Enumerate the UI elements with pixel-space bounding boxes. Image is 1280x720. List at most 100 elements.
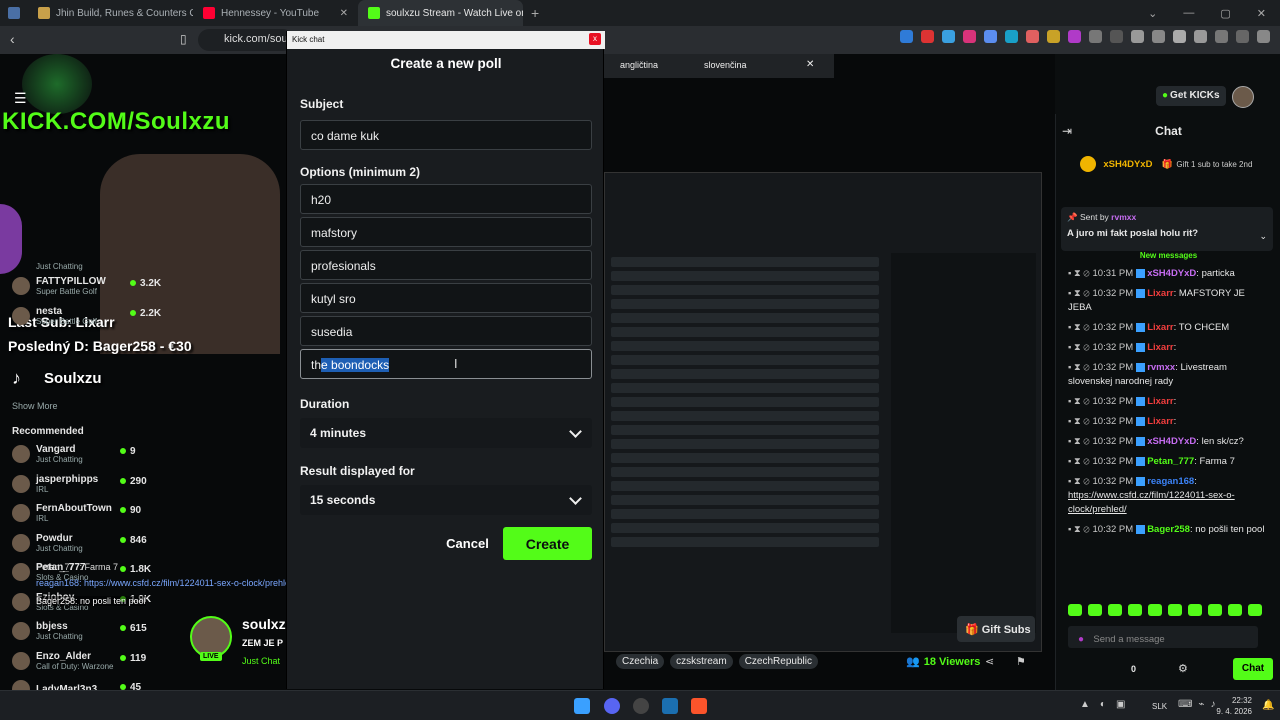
message-actions-icon[interactable]: ▪ ⧗ ⊘: [1068, 416, 1090, 427]
input-language[interactable]: SLK: [1152, 701, 1167, 712]
obs-icon[interactable]: [633, 698, 649, 714]
message-actions-icon[interactable]: ▪ ⧗ ⊘: [1068, 524, 1090, 535]
browser-tab-youtube[interactable]: Hennessey - YouTube ✕: [193, 0, 358, 26]
bookmark-icon[interactable]: ▯: [180, 32, 187, 46]
extension-icon[interactable]: [1152, 30, 1165, 43]
close-icon[interactable]: ✕: [806, 59, 814, 70]
chat-input[interactable]: ● Send a message: [1068, 626, 1258, 648]
browser-tab-jhin[interactable]: Jhin Build, Runes & Counters Guide✕: [28, 0, 193, 26]
subject-input[interactable]: co dame kuk: [300, 120, 592, 150]
extension-icon[interactable]: [963, 30, 976, 43]
duration-select[interactable]: 4 minutes: [300, 418, 592, 448]
chat-message[interactable]: ▪ ⧗ ⊘ 10:32 PM Lixarr:: [1056, 392, 1280, 412]
browser-tab-kick[interactable]: soulxzu Stream - Watch Live on Kick✕: [358, 0, 523, 26]
share-icon[interactable]: ⋖: [985, 655, 994, 668]
chat-message[interactable]: ▪ ⧗ ⊘ 10:32 PM Lixarr:: [1056, 338, 1280, 358]
message-user[interactable]: Petan_777: [1147, 456, 1194, 467]
emote-icon[interactable]: [1228, 604, 1242, 616]
create-button[interactable]: Create: [503, 527, 592, 560]
translate-lang-tab[interactable]: slovenčina: [704, 60, 747, 70]
chevron-down-icon[interactable]: ⌄: [1259, 231, 1267, 242]
pinned-message[interactable]: 📌 Sent by rvmxx A juro mi fakt poslal ho…: [1061, 207, 1273, 251]
extension-icon[interactable]: [1026, 30, 1039, 43]
emote-icon[interactable]: [1108, 604, 1122, 616]
chat-message[interactable]: ▪ ⧗ ⊘ 10:31 PM xSH4DYxD: particka: [1056, 264, 1280, 284]
close-tab-icon[interactable]: ✕: [340, 8, 348, 19]
notification-icon[interactable]: 🔔: [1262, 700, 1274, 711]
emote-icon[interactable]: [1128, 604, 1142, 616]
back-icon[interactable]: ‹: [10, 31, 15, 47]
chat-message[interactable]: ▪ ⧗ ⊘ 10:32 PM xSH4DYxD: len sk/cz?: [1056, 432, 1280, 452]
minimize-icon[interactable]: —: [1183, 7, 1194, 20]
tag[interactable]: CzechRepublic: [738, 654, 818, 669]
extension-icon[interactable]: [1194, 30, 1207, 43]
chat-message[interactable]: ▪ ⧗ ⊘ 10:32 PM rvmxx: Livestream slovenske…: [1056, 358, 1280, 392]
chat-send-button[interactable]: Chat: [1233, 658, 1273, 680]
user-avatar[interactable]: [1232, 86, 1254, 108]
emote-icon[interactable]: [1068, 604, 1082, 616]
emote-icon[interactable]: [1088, 604, 1102, 616]
maximize-icon[interactable]: ▢: [1220, 7, 1230, 20]
windows-start-icon[interactable]: [574, 698, 590, 714]
url-field[interactable]: kick.com/soulxzu: [198, 29, 294, 51]
message-user[interactable]: xSH4DYxD: [1147, 268, 1196, 279]
new-tab-button[interactable]: +: [523, 5, 547, 21]
message-actions-icon[interactable]: ▪ ⧗ ⊘: [1068, 268, 1090, 279]
sidebar-channel[interactable]: FATTYPILLOW Super Battle Golf: [12, 276, 106, 296]
chat-message[interactable]: ▪ ⧗ ⊘ 10:32 PM Petan_777: Farma 7: [1056, 452, 1280, 472]
extension-icon[interactable]: [900, 30, 913, 43]
discord-icon[interactable]: [604, 698, 620, 714]
message-actions-icon[interactable]: ▪ ⧗ ⊘: [1068, 362, 1090, 373]
extension-icon[interactable]: [1047, 30, 1060, 43]
message-user[interactable]: xSH4DYxD: [1147, 436, 1196, 447]
recommended-channel[interactable]: FernAboutTown IRL: [12, 503, 112, 523]
recommended-channel[interactable]: Powdur Just Chatting: [12, 533, 83, 553]
extension-icon[interactable]: [1089, 30, 1102, 43]
message-actions-icon[interactable]: ▪ ⧗ ⊘: [1068, 456, 1090, 467]
message-user[interactable]: Lixarr: [1147, 416, 1173, 427]
chat-message[interactable]: ▪ ⧗ ⊘ 10:32 PM reagan168: https://www.csfd…: [1056, 472, 1280, 520]
option-input-3[interactable]: profesionals: [300, 250, 592, 280]
chat-message[interactable]: ▪ ⧗ ⊘ 10:32 PM Bager258: no pošli ten pool: [1056, 520, 1280, 540]
show-more-link[interactable]: Show More: [12, 401, 58, 411]
stream-category[interactable]: Just Chat: [242, 656, 280, 666]
message-actions-icon[interactable]: ▪ ⧗ ⊘: [1068, 342, 1090, 353]
chat-message[interactable]: ▪ ⧗ ⊘ 10:32 PM Lixarr: MAFSTORY JE JEBA: [1056, 284, 1280, 318]
extension-icon[interactable]: [921, 30, 934, 43]
close-icon[interactable]: x: [589, 33, 601, 45]
option-input-1[interactable]: h20: [300, 184, 592, 214]
message-actions-icon[interactable]: ▪ ⧗ ⊘: [1068, 288, 1090, 299]
option-input-5[interactable]: susedia: [300, 316, 592, 346]
extension-icon[interactable]: [1005, 30, 1018, 43]
message-user[interactable]: Lixarr: [1147, 396, 1173, 407]
emote-icon[interactable]: [1208, 604, 1222, 616]
option-input-6[interactable]: the boondocks Ⅰ: [300, 349, 592, 379]
message-actions-icon[interactable]: ▪ ⧗ ⊘: [1068, 436, 1090, 447]
message-user[interactable]: rvmxx: [1147, 362, 1175, 373]
get-kicks-button[interactable]: ● Get KICKs: [1156, 86, 1226, 106]
tag[interactable]: czskstream: [670, 654, 733, 669]
recommended-channel[interactable]: bbjess Just Chatting: [12, 621, 83, 641]
message-user[interactable]: Bager258: [1147, 524, 1190, 535]
microphone-icon[interactable]: ●: [1078, 634, 1084, 645]
translate-lang-tab[interactable]: angličtina: [620, 60, 658, 70]
extension-icon[interactable]: [1131, 30, 1144, 43]
browser-tab[interactable]: [0, 0, 28, 26]
option-input-2[interactable]: mafstory: [300, 217, 592, 247]
gift-subs-button[interactable]: 🎁 Gift Subs: [957, 616, 1035, 642]
tab-search-icon[interactable]: ⌄: [1148, 7, 1157, 20]
emote-icon[interactable]: [1248, 604, 1262, 616]
recommended-channel[interactable]: Vangard Just Chatting: [12, 444, 83, 464]
recommended-channel[interactable]: Enzo_Alder Call of Duty: Warzone: [12, 651, 114, 671]
emote-icon[interactable]: [1188, 604, 1202, 616]
report-icon[interactable]: ⚑: [1016, 655, 1026, 668]
extension-icon[interactable]: [1068, 30, 1081, 43]
extension-icon[interactable]: [1257, 30, 1270, 43]
extension-icon[interactable]: [1173, 30, 1186, 43]
result-duration-select[interactable]: 15 seconds: [300, 485, 592, 515]
emote-icon[interactable]: [1148, 604, 1162, 616]
extension-icon[interactable]: [942, 30, 955, 43]
chat-message[interactable]: ▪ ⧗ ⊘ 10:32 PM Lixarr: TO CHCEM: [1056, 318, 1280, 338]
recommended-channel[interactable]: jasperphipps IRL: [12, 474, 98, 494]
extension-icon[interactable]: [1215, 30, 1228, 43]
